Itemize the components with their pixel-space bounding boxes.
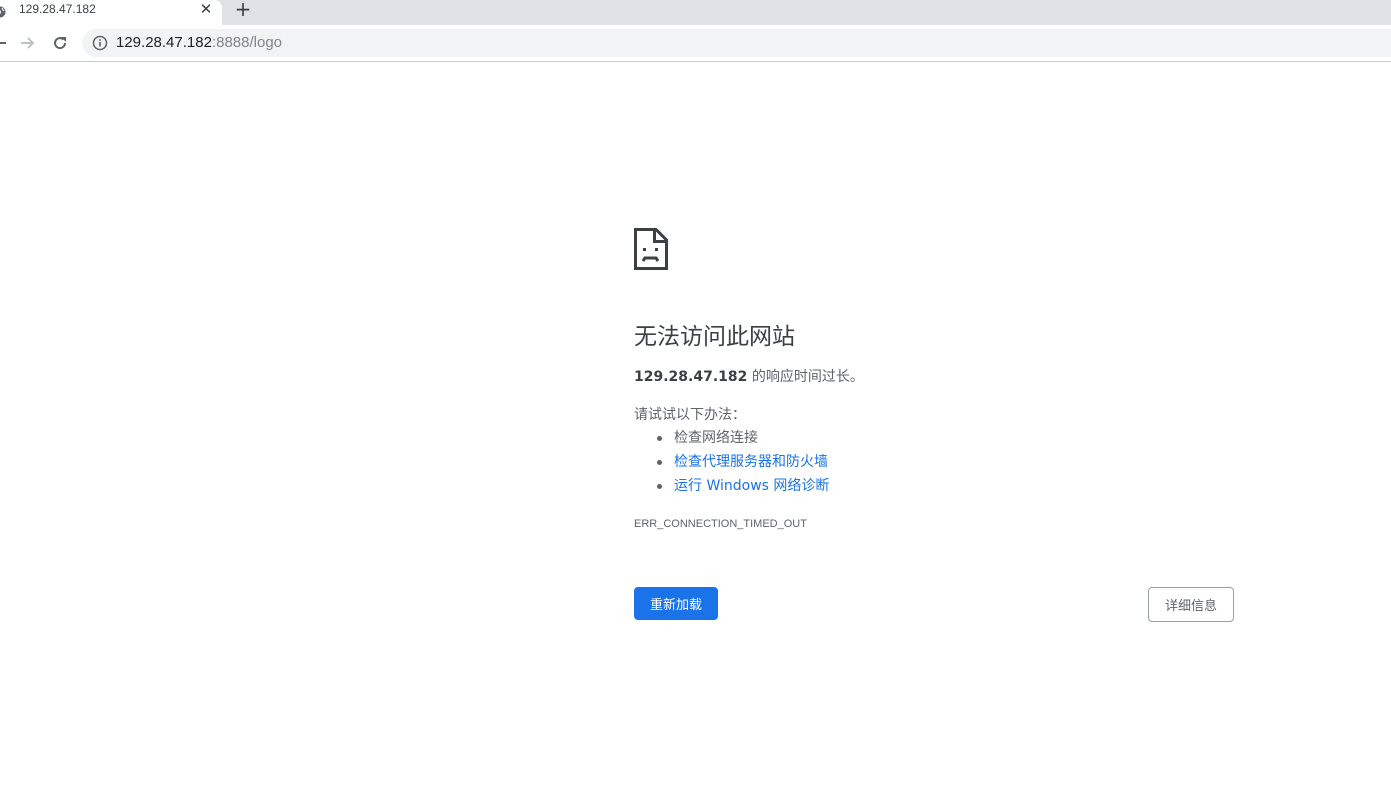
error-host: 129.28.47.182 [634,369,748,385]
error-code: ERR_CONNECTION_TIMED_OUT [634,518,807,530]
list-item[interactable]: 检查代理服务器和防火墙 [634,450,829,474]
tab-title: 129.28.47.182 [19,2,96,16]
arrow-left-icon[interactable] [0,33,10,53]
tab-strip: 129.28.47.182 ✕ + [0,0,1391,25]
globe-icon [0,3,6,18]
reload-button[interactable]: 重新加载 [634,587,718,620]
url-text[interactable]: 129.28.47.182:8888/logo [116,34,282,51]
list-item[interactable]: 运行 Windows 网络诊断 [634,474,829,498]
details-button[interactable]: 详细信息 [1148,587,1234,622]
plus-icon[interactable]: + [233,0,253,19]
list-item: 检查网络连接 [634,426,829,450]
url-host: 129.28.47.182 [116,34,212,51]
suggestions-label: 请试试以下办法： [634,407,746,423]
browser-toolbar: 129.28.47.182:8888/logo [0,25,1391,62]
close-icon[interactable]: ✕ [198,1,214,17]
suggestions-list: 检查网络连接 检查代理服务器和防火墙 运行 Windows 网络诊断 [634,426,829,498]
suggestion-check-network: 检查网络连接 [674,430,758,446]
url-path: :8888/logo [211,34,283,51]
arrow-right-icon[interactable] [18,33,38,53]
error-description-text: 的响应时间过长。 [747,369,864,385]
sad-document-icon [634,228,668,270]
page-title: 无法访问此网站 [634,324,795,350]
reload-icon[interactable] [50,33,70,53]
address-bar[interactable]: 129.28.47.182:8888/logo [82,29,1391,57]
browser-tab[interactable]: 129.28.47.182 ✕ [0,0,222,25]
error-description: 129.28.47.182 的响应时间过长。 [634,366,864,386]
info-icon[interactable] [92,35,108,51]
suggestion-check-proxy-link[interactable]: 检查代理服务器和防火墙 [674,454,828,470]
suggestion-network-diagnostics-link[interactable]: 运行 Windows 网络诊断 [674,478,829,494]
